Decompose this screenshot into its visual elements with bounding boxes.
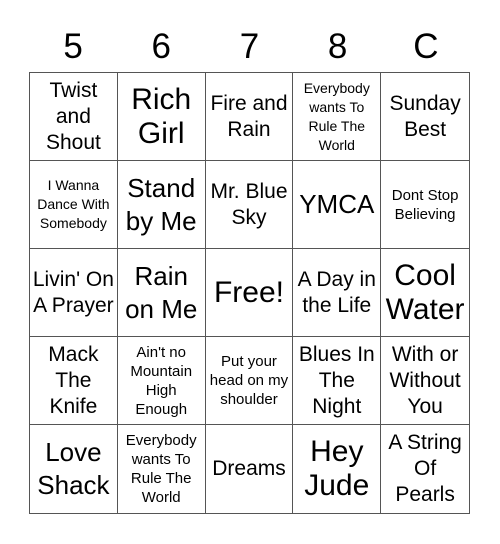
cell-label: Everybody wants To Rule The World (125, 432, 197, 506)
cell-label: A String Of Pearls (388, 431, 462, 506)
cell-label: Cool Water (385, 258, 465, 326)
bingo-cell[interactable]: Love Shack (30, 425, 118, 513)
bingo-cell[interactable]: Sunday Best (381, 73, 469, 161)
bingo-cell[interactable]: Mack The Knife (30, 337, 118, 425)
header-letter: C (413, 27, 439, 66)
cell-label: Dont Stop Believing (391, 186, 459, 223)
bingo-cell[interactable]: Everybody wants To Rule The World (293, 73, 382, 161)
cell-label: Rain on Me (125, 260, 198, 324)
cell-label: Free! (213, 275, 284, 309)
cell-label: Rich Girl (131, 82, 192, 150)
header-letter: 7 (239, 27, 260, 66)
bingo-cell[interactable]: Stand by Me (117, 161, 206, 249)
cell-label: With or Without You (389, 342, 461, 418)
bingo-cell[interactable]: A String Of Pearls (381, 425, 469, 513)
header-letter: 6 (151, 27, 172, 66)
bingo-cell[interactable]: Fire and Rain (205, 73, 294, 161)
bingo-cell[interactable]: Dont Stop Believing (381, 161, 469, 249)
cell-label: Mack The Knife (48, 342, 99, 418)
bingo-cell[interactable]: Mr. Blue Sky (205, 161, 294, 249)
bingo-cell[interactable]: Blues In The Night (293, 337, 382, 425)
header-letter: 8 (327, 27, 348, 66)
cell-label: Everybody wants To Rule The World (303, 79, 370, 153)
bingo-cell[interactable]: A Day in the Life (293, 249, 382, 337)
cell-label: Sunday Best (389, 91, 461, 141)
cell-label: Put your head on my shoulder (209, 353, 289, 408)
cell-label: Love Shack (37, 437, 110, 500)
bingo-cell[interactable]: Cool Water (381, 249, 469, 337)
bingo-header: 5 6 7 8 C (29, 24, 470, 70)
bingo-cell[interactable]: Twist and Shout (30, 73, 118, 161)
cell-label: Hey Jude (304, 435, 370, 502)
bingo-cell[interactable]: Everybody wants To Rule The World (118, 425, 206, 513)
cell-label: Blues In The Night (298, 342, 375, 418)
bingo-cell[interactable]: Dreams (206, 425, 294, 513)
cell-label: Dreams (212, 457, 286, 480)
bingo-cell[interactable]: Put your head on my shoulder (205, 337, 294, 425)
bingo-cell[interactable]: Ain't no Mountain High Enough (117, 337, 206, 425)
bingo-cell[interactable]: Rich Girl (117, 73, 206, 161)
header-letter: 5 (63, 27, 83, 66)
cell-label: A Day in the Life (297, 267, 376, 317)
free-space-cell[interactable]: Free! (205, 249, 294, 337)
bingo-cell[interactable]: I Wanna Dance With Somebody (30, 161, 118, 249)
cell-label: Mr. Blue Sky (210, 179, 288, 229)
cell-label: Ain't no Mountain High Enough (130, 343, 193, 418)
bingo-cell[interactable]: Rain on Me (117, 249, 206, 337)
bingo-cell[interactable]: With or Without You (381, 337, 469, 425)
cell-label: Twist and Shout (45, 78, 101, 154)
cell-label: Fire and Rain (210, 91, 288, 141)
cell-label: Livin' On A Prayer (32, 267, 114, 317)
cell-label: YMCA (299, 189, 375, 219)
bingo-card: Twist and Shout Rich Girl Fire and Rain Eve… (29, 72, 470, 514)
cell-label: Stand by Me (125, 172, 197, 236)
bingo-cell[interactable]: Livin' On A Prayer (30, 249, 118, 337)
bingo-cell[interactable]: YMCA (293, 161, 382, 249)
cell-label: I Wanna Dance With Somebody (37, 177, 110, 231)
bingo-cell[interactable]: Hey Jude (293, 425, 382, 513)
